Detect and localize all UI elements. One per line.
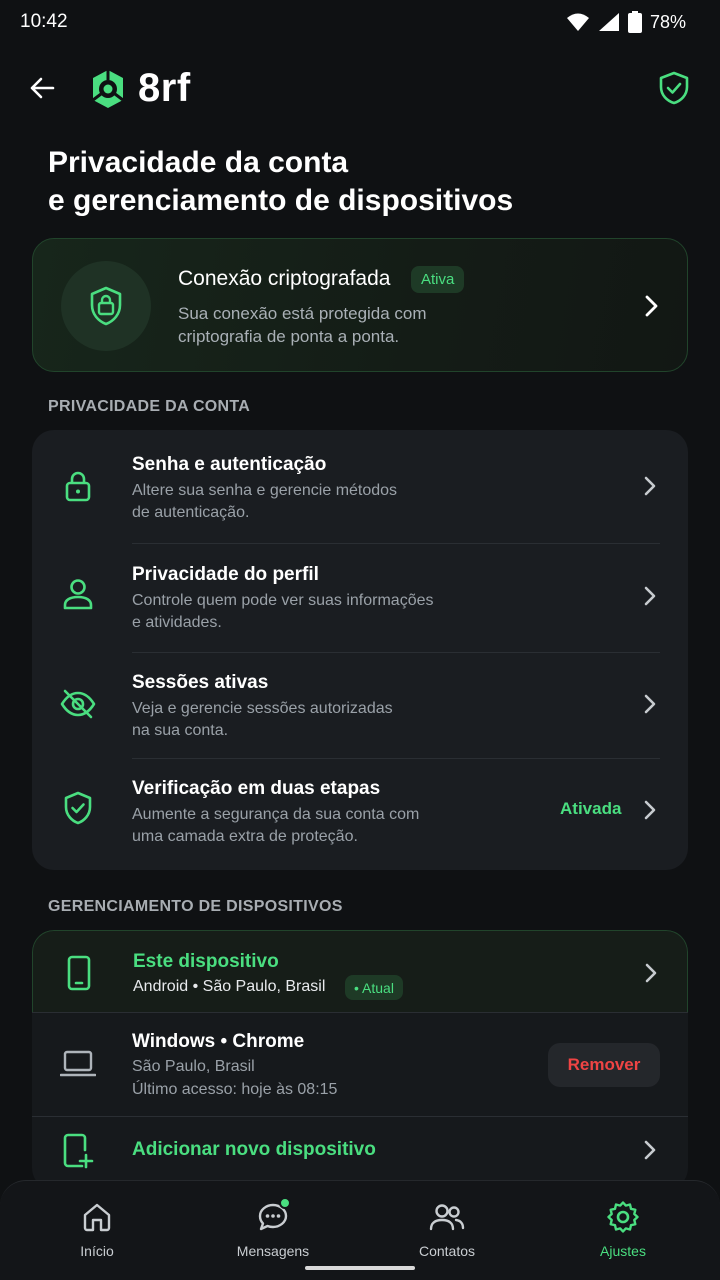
section-label-privacy: PRIVACIDADE DA CONTA (48, 398, 251, 415)
settings-item-description: Veja e gerencie sessões autorizadas na s… (132, 698, 472, 742)
remove-device-button[interactable]: Remover (548, 1043, 660, 1087)
chevron-right-icon (638, 692, 662, 716)
device-subtitle: Android • São Paulo, Brasil (133, 978, 326, 995)
settings-item-title: Senha e autenticação (132, 454, 327, 475)
bottom-navigation: Início Mensagens Contatos Ajustes (0, 1180, 720, 1280)
top-app-bar: 8rf (0, 60, 720, 116)
chevron-right-icon (638, 798, 662, 822)
add-device-label: Adicionar novo dispositivo (132, 1139, 376, 1160)
desc-line2: de autenticação. (132, 504, 250, 521)
status-badge: Ativa (411, 266, 465, 293)
nav-item-settings[interactable]: Ajustes (563, 1199, 683, 1259)
device-title: Windows • Chrome (132, 1031, 305, 1052)
nav-label: Ajustes (600, 1243, 646, 1259)
arrow-left-icon (30, 77, 55, 99)
chat-icon (255, 1197, 291, 1235)
settings-item-description: Altere sua senha e gerencie métodos de a… (132, 480, 472, 524)
status-icons: 78% (566, 11, 686, 33)
brand-name: 8rf (138, 66, 191, 110)
desc-line2: e atividades. (132, 614, 222, 631)
nav-label: Mensagens (236, 1243, 310, 1259)
settings-item-two-step-verification[interactable]: Verificação em duas etapas Aumente a seg… (32, 759, 688, 870)
status-time: 10:42 (20, 11, 68, 32)
nav-label: Início (80, 1243, 114, 1259)
status-bar: 10:42 78% (0, 0, 720, 44)
chevron-right-icon (638, 584, 662, 608)
signal-icon (598, 13, 619, 31)
current-badge: • Atual (345, 975, 403, 1000)
notification-dot (279, 1197, 291, 1209)
wifi-icon (566, 13, 589, 31)
settings-item-active-sessions[interactable]: Sessões ativas Veja e gerencie sessões a… (32, 653, 688, 758)
chevron-right-icon (639, 294, 663, 318)
battery-icon (627, 11, 642, 33)
lock-icon (58, 466, 98, 506)
security-shield-button[interactable] (654, 68, 694, 108)
nav-item-contacts[interactable]: Contatos (387, 1199, 507, 1259)
encryption-icon-wrap (61, 261, 151, 351)
settings-item-profile-privacy[interactable]: Privacidade do perfil Controle quem pode… (32, 544, 688, 652)
encrypted-connection-card[interactable]: Conexão criptografada Ativa Sua conexão … (32, 238, 688, 372)
desc-line1: Controle quem pode ver suas informações (132, 592, 434, 609)
chevron-right-icon (638, 474, 662, 498)
devices-card: Este dispositivo Android • São Paulo, Br… (32, 930, 688, 1190)
device-location: São Paulo, Brasil (132, 1058, 255, 1075)
add-device-icon (58, 1131, 98, 1171)
encryption-desc-line1: Sua conexão está protegida com (178, 304, 427, 323)
home-indicator (305, 1266, 415, 1270)
desc-line1: Veja e gerencie sessões autorizadas (132, 700, 393, 717)
battery-level: 78% (649, 11, 686, 32)
laptop-icon (58, 1044, 98, 1084)
nav-item-messages[interactable]: Mensagens (213, 1197, 333, 1259)
encryption-description: Sua conexão está protegida com criptogra… (178, 302, 478, 348)
shield-check-icon (659, 71, 689, 105)
two-step-status: Ativada (560, 799, 622, 818)
settings-item-title: Verificação em duas etapas (132, 778, 381, 799)
nav-label: Contatos (418, 1243, 476, 1259)
settings-item-description: Aumente a segurança da sua conta com uma… (132, 804, 472, 848)
gear-icon (605, 1199, 641, 1235)
page-title-line1: Privacidade da conta (48, 146, 349, 179)
page-title-line2: e gerenciamento de dispositivos (48, 184, 514, 217)
shield-check-icon (58, 788, 98, 828)
page-title: Privacidade da conta e gerenciamento de … (48, 144, 688, 220)
desc-line1: Altere sua senha e gerencie métodos (132, 482, 398, 499)
encryption-desc-line2: criptografia de ponta a ponta. (178, 327, 400, 346)
desc-line1: Aumente a segurança da sua conta com (132, 806, 420, 823)
privacy-settings-card: Senha e autenticação Altere sua senha e … (32, 430, 688, 870)
desc-line2: uma camada extra de proteção. (132, 828, 358, 845)
encryption-title: Conexão criptografada (178, 267, 391, 290)
contacts-icon (429, 1199, 465, 1235)
device-item-this[interactable]: Este dispositivo Android • São Paulo, Br… (32, 930, 688, 1012)
device-last-access: Último acesso: hoje às 08:15 (132, 1081, 338, 1098)
settings-item-title: Sessões ativas (132, 672, 269, 693)
shield-lock-icon (90, 286, 122, 326)
logo-icon (92, 69, 124, 108)
eye-off-icon (58, 684, 98, 724)
settings-item-description: Controle quem pode ver suas informações … (132, 590, 472, 634)
device-title: Este dispositivo (133, 951, 279, 972)
brand: 8rf (88, 66, 191, 111)
settings-item-password[interactable]: Senha e autenticação Altere sua senha e … (32, 430, 688, 543)
section-label-devices: GERENCIAMENTO DE DISPOSITIVOS (48, 898, 343, 915)
nav-item-home[interactable]: Início (37, 1199, 157, 1259)
back-button[interactable] (22, 68, 62, 108)
home-icon (79, 1199, 115, 1235)
desc-line2: na sua conta. (132, 722, 229, 739)
smartphone-icon (59, 953, 99, 993)
settings-item-title: Privacidade do perfil (132, 564, 319, 585)
user-icon (58, 574, 98, 614)
chevron-right-icon (639, 961, 663, 985)
chevron-right-icon (638, 1138, 662, 1162)
